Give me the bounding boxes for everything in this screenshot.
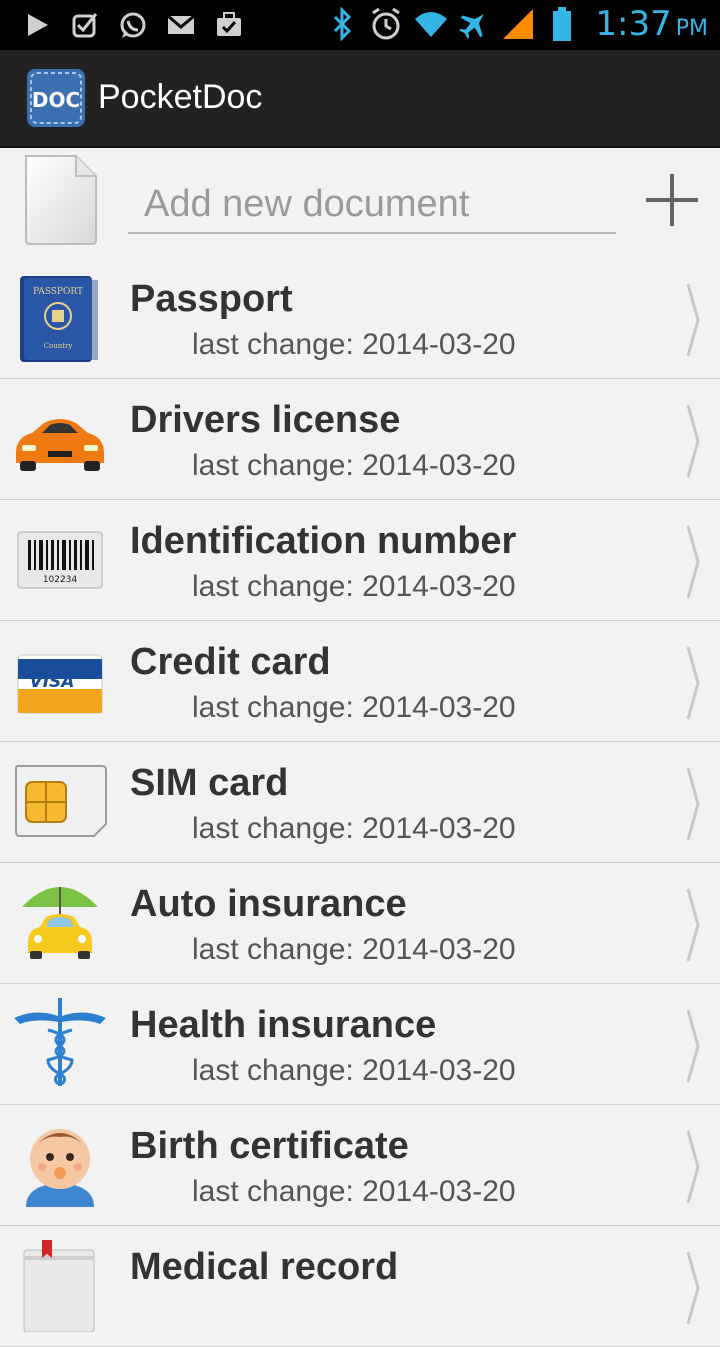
document-list: PASSPORT Country Passport last change: 2… [0,258,720,1347]
list-item-credit-card[interactable]: VISA Credit card last change: 2014-03-20 [0,621,720,742]
alarm-icon [369,7,403,41]
chevron-right-icon [686,1009,700,1083]
chevron-right-icon [686,525,700,599]
svg-text:102234: 102234 [43,575,78,585]
whatsapp-icon [116,8,150,42]
chevron-right-icon [686,1251,700,1325]
sim-card-icon [12,752,108,848]
svg-text:PASSPORT: PASSPORT [33,287,83,297]
action-bar: DOC PocketDoc [0,50,720,148]
wifi-icon [413,7,448,41]
add-document-input[interactable] [128,176,616,234]
list-item-sim-card[interactable]: SIM card last change: 2014-03-20 [0,742,720,863]
car-icon [12,389,108,485]
gmail-icon [164,8,198,42]
car-umbrella-icon [12,873,108,969]
list-item-drivers-license[interactable]: Drivers license last change: 2014-03-20 [0,379,720,500]
app-logo-icon[interactable]: DOC [26,68,86,128]
item-title: Passport [130,278,293,320]
status-bar: 1:37 PM [0,0,720,50]
item-last-change: last change: 2014-03-20 [192,570,516,603]
list-item-medical-record[interactable]: Medical record [0,1226,720,1347]
item-title: Health insurance [130,1004,437,1046]
svg-text:DOC: DOC [32,88,80,112]
item-last-change: last change: 2014-03-20 [192,933,516,966]
add-button[interactable] [642,170,702,230]
chevron-right-icon [686,1130,700,1204]
app-title: PocketDoc [98,78,263,116]
caduceus-icon [12,994,108,1090]
item-title: Medical record [130,1246,399,1288]
item-last-change: last change: 2014-03-20 [192,328,516,361]
svg-text:VISA: VISA [30,672,75,692]
medical-book-icon [12,1236,108,1333]
bluetooth-icon [325,7,359,41]
checkbox-icon [68,8,102,42]
item-last-change: last change: 2014-03-20 [192,691,516,724]
item-title: Credit card [130,641,331,683]
airplane-icon [457,7,491,41]
briefcase-check-icon [212,8,246,42]
chevron-right-icon [686,767,700,841]
chevron-right-icon [686,888,700,962]
item-title: Drivers license [130,399,401,441]
svg-text:Country: Country [44,342,73,350]
item-title: Identification number [130,520,517,562]
signal-icon [501,7,535,41]
item-last-change: last change: 2014-03-20 [192,812,516,845]
plus-icon [646,174,698,226]
credit-card-icon: VISA [12,631,108,727]
item-title: SIM card [130,762,289,804]
chevron-right-icon [686,404,700,478]
list-item-auto-insurance[interactable]: Auto insurance last change: 2014-03-20 [0,863,720,984]
chevron-right-icon [686,283,700,357]
chevron-right-icon [686,646,700,720]
list-item-birth-certificate[interactable]: Birth certificate last change: 2014-03-2… [0,1105,720,1226]
item-last-change: last change: 2014-03-20 [192,1175,516,1208]
item-last-change: last change: 2014-03-20 [192,1054,516,1087]
add-document-row [0,146,720,258]
status-time: 1:37 PM [595,4,708,44]
list-item-health-insurance[interactable]: Health insurance last change: 2014-03-20 [0,984,720,1105]
list-item-passport[interactable]: PASSPORT Country Passport last change: 2… [0,258,720,379]
list-item-identification-number[interactable]: 102234 Identification number last change… [0,500,720,621]
baby-icon [12,1115,108,1211]
item-title: Birth certificate [130,1125,409,1167]
battery-icon [545,7,579,41]
passport-icon: PASSPORT Country [12,268,108,364]
play-icon [20,8,54,42]
barcode-icon: 102234 [12,510,108,606]
item-title: Auto insurance [130,883,407,925]
blank-document-icon [20,152,100,246]
item-last-change: last change: 2014-03-20 [192,449,516,482]
